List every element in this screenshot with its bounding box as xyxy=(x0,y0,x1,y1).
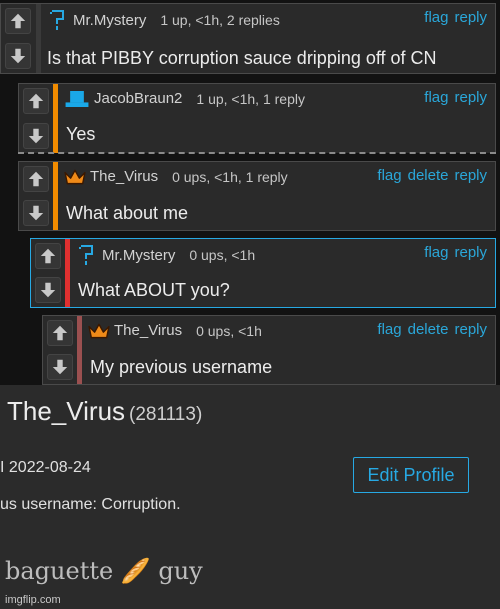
flag-link[interactable]: flag xyxy=(424,89,448,106)
flag-link[interactable]: flag xyxy=(377,321,401,338)
comment-text: Is that PIBBY corruption sauce dripping … xyxy=(47,48,437,68)
comment-meta: 0 ups, <1h, 1 reply xyxy=(172,168,288,185)
thread-separator xyxy=(65,239,70,307)
comment-header: The_Virus 0 ups, <1h, 1 reply xyxy=(64,168,288,185)
arrow-up-icon xyxy=(9,12,27,30)
crown-avatar-icon xyxy=(64,169,86,185)
comment-username[interactable]: JacobBraun2 xyxy=(94,90,182,107)
vote-column xyxy=(19,162,52,230)
arrow-down-icon xyxy=(9,47,27,65)
upvote-button[interactable] xyxy=(34,243,61,269)
downvote-button[interactable] xyxy=(34,277,61,303)
reply-link[interactable]: reply xyxy=(454,321,487,338)
arrow-down-icon xyxy=(27,204,45,222)
comment-actions: flag delete reply xyxy=(371,167,487,184)
comment-5: The_Virus 0 ups, <1h flag delete reply My … xyxy=(42,315,496,385)
profile-previous-username: us username: Corruption. xyxy=(0,496,181,513)
reply-link[interactable]: reply xyxy=(454,9,487,26)
dashed-divider xyxy=(18,152,496,154)
flag-link[interactable]: flag xyxy=(377,167,401,184)
profile-username: The_Virus xyxy=(7,396,126,426)
thread-separator xyxy=(36,4,41,73)
reply-link[interactable]: reply xyxy=(454,167,487,184)
comment-4: Mr.Mystery 0 ups, <1h flag reply What ABO… xyxy=(30,238,496,308)
comment-header: The_Virus 0 ups, <1h xyxy=(88,322,262,339)
pixel-question-avatar-icon xyxy=(47,10,69,30)
comment-actions: flag reply xyxy=(418,89,487,106)
thread-separator xyxy=(53,84,58,153)
downvote-button[interactable] xyxy=(4,42,31,69)
comment-text: What about me xyxy=(66,203,189,223)
comment-meta: 1 up, <1h, 1 reply xyxy=(196,90,305,107)
comment-meta: 0 ups, <1h xyxy=(196,322,262,339)
profile-joined-date: I 2022-08-24 xyxy=(0,459,91,476)
arrow-down-icon xyxy=(27,127,45,145)
pixel-question-avatar-icon xyxy=(76,245,98,265)
comment-username[interactable]: Mr.Mystery xyxy=(102,247,175,264)
comment-text: Yes xyxy=(66,124,96,144)
comment-meta: 1 up, <1h, 2 replies xyxy=(160,12,280,28)
reply-link[interactable]: reply xyxy=(454,89,487,106)
profile-panel: The_Virus (281113) I 2022-08-24 us userna… xyxy=(0,385,500,609)
comment-header: Mr.Mystery 0 ups, <1h xyxy=(76,245,255,265)
crown-avatar-icon xyxy=(88,323,110,339)
comment-header: JacobBraun2 1 up, <1h, 1 reply xyxy=(64,90,305,107)
comment-1: Mr.Mystery 1 up, <1h, 2 replies flag repl… xyxy=(0,3,496,74)
downvote-button[interactable] xyxy=(46,354,73,380)
flag-link[interactable]: flag xyxy=(424,9,448,26)
top-hat-avatar-icon xyxy=(64,91,90,107)
arrow-up-icon xyxy=(51,324,69,342)
delete-link[interactable]: delete xyxy=(408,321,449,338)
arrow-up-icon xyxy=(27,92,45,110)
comment-meta: 0 ups, <1h xyxy=(189,247,256,263)
downvote-button[interactable] xyxy=(22,200,49,226)
flag-link[interactable]: flag xyxy=(424,244,448,261)
vote-column xyxy=(19,84,52,153)
comment-3: The_Virus 0 ups, <1h, 1 reply flag delete… xyxy=(18,161,496,231)
comment-text: My previous username xyxy=(90,357,273,377)
thread-separator xyxy=(53,162,58,230)
comment-text: What ABOUT you? xyxy=(78,280,230,300)
comment-2: JacobBraun2 1 up, <1h, 1 reply flag reply… xyxy=(18,83,496,153)
profile-user-id: (281113) xyxy=(129,404,203,425)
upvote-button[interactable] xyxy=(4,8,31,35)
thread-separator xyxy=(77,316,82,384)
profile-bio: baguette 🥖 guy xyxy=(5,557,203,585)
upvote-button[interactable] xyxy=(22,88,49,115)
comment-header: Mr.Mystery 1 up, <1h, 2 replies xyxy=(47,10,280,30)
arrow-up-icon xyxy=(39,247,57,265)
vote-column xyxy=(43,316,76,384)
comment-username[interactable]: The_Virus xyxy=(90,168,158,185)
comment-actions: flag reply xyxy=(418,244,487,261)
comment-username[interactable]: The_Virus xyxy=(114,322,182,339)
vote-column xyxy=(31,239,64,307)
comment-username[interactable]: Mr.Mystery xyxy=(73,12,146,29)
comment-actions: flag delete reply xyxy=(371,321,487,338)
vote-column xyxy=(1,4,34,73)
arrow-down-icon xyxy=(39,281,57,299)
arrow-down-icon xyxy=(51,358,69,376)
profile-title: The_Virus (281113) xyxy=(7,396,202,427)
arrow-up-icon xyxy=(27,170,45,188)
downvote-button[interactable] xyxy=(22,122,49,149)
edit-profile-button[interactable]: Edit Profile xyxy=(353,457,469,493)
watermark: imgflip.com xyxy=(5,594,61,606)
delete-link[interactable]: delete xyxy=(408,167,449,184)
upvote-button[interactable] xyxy=(22,166,49,192)
reply-link[interactable]: reply xyxy=(454,244,487,261)
comment-actions: flag reply xyxy=(418,9,487,26)
upvote-button[interactable] xyxy=(46,320,73,346)
